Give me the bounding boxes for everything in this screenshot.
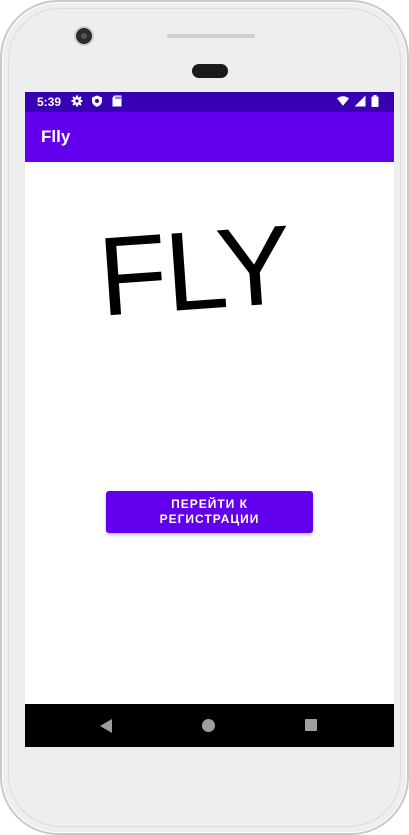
system-navigation-bar: [25, 704, 394, 747]
status-bar: 5:39: [25, 92, 394, 112]
go-to-registration-label: ПЕРЕЙТИ К РЕГИСТРАЦИИ: [159, 497, 260, 526]
front-camera: [76, 28, 92, 44]
signal-icon: [354, 95, 366, 107]
home-icon[interactable]: [202, 719, 215, 732]
app-title: Flly: [41, 127, 71, 146]
phone-frame: 5:39 Flly FLY ПЕРЕЙТИ К РЕГИСТРАЦИИ: [0, 0, 409, 835]
app-bar: Flly: [25, 112, 394, 162]
sdcard-icon: [112, 95, 122, 107]
go-to-registration-button[interactable]: ПЕРЕЙТИ К РЕГИСТРАЦИИ: [106, 491, 313, 533]
status-time: 5:39: [37, 95, 62, 109]
battery-icon: [371, 95, 379, 107]
top-speaker-grille: [167, 34, 255, 38]
fly-logo: FLY: [94, 201, 294, 340]
gear-icon: [71, 95, 83, 107]
back-icon[interactable]: [100, 719, 112, 733]
recents-icon[interactable]: [305, 719, 317, 731]
wifi-icon: [337, 96, 349, 106]
shield-icon: [92, 95, 102, 107]
earpiece: [192, 64, 228, 78]
device-screen: 5:39 Flly FLY ПЕРЕЙТИ К РЕГИСТРАЦИИ: [25, 92, 394, 747]
